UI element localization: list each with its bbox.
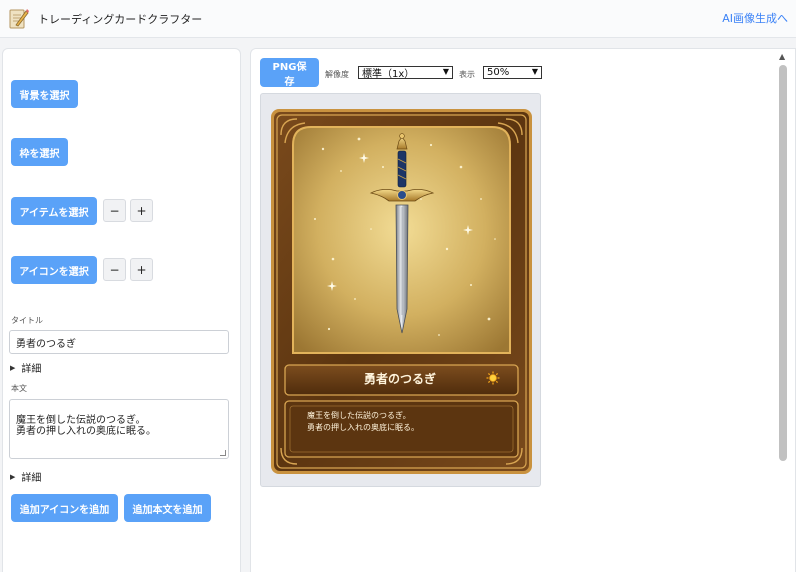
ai-image-generation-link[interactable]: AI画像生成へ (722, 10, 788, 26)
add-text-button[interactable]: 追加本文を追加 (124, 494, 211, 522)
resolution-label: 解像度 (325, 70, 349, 79)
sun-icon (486, 371, 500, 385)
app-header: トレーディングカードクラフター AI画像生成へ (0, 0, 796, 38)
add-icon-button[interactable]: 追加アイコンを追加 (11, 494, 118, 522)
select-background-button[interactable]: 背景を選択 (11, 80, 78, 108)
preview-scrollbar[interactable]: ▲ (777, 52, 789, 572)
select-icon-button[interactable]: アイコンを選択 (11, 256, 97, 284)
select-item-button[interactable]: アイテムを選択 (11, 197, 97, 225)
icon-shrink-button[interactable]: − (103, 258, 126, 281)
title-details-toggle[interactable]: ▶ 詳細 (10, 360, 42, 376)
display-value: 50% (487, 67, 510, 78)
details-label: 詳細 (21, 364, 42, 375)
resolution-select[interactable]: 標準（1x） ▼ (358, 66, 453, 80)
body-textarea[interactable]: 魔王を倒した伝説のつるぎ。 勇者の押し入れの奥底に眠る。 (9, 399, 229, 459)
app-title: トレーディングカードクラフター (38, 13, 203, 26)
details-label: 詳細 (21, 473, 42, 484)
resize-grip-icon[interactable] (220, 450, 226, 456)
item-enlarge-button[interactable]: + (130, 199, 153, 222)
card-body-text: 魔王を倒した伝説のつるぎ。 勇者の押し入れの奥底に眠る。 (307, 411, 419, 432)
scroll-up-arrow-icon[interactable]: ▲ (779, 52, 785, 61)
expand-triangle-icon: ▶ (10, 363, 16, 372)
dropdown-chevron-icon: ▼ (531, 67, 538, 76)
body-text: 魔王を倒した伝説のつるぎ。 勇者の押し入れの奥底に眠る。 (16, 415, 156, 437)
resolution-value: 標準（1x） (362, 69, 415, 80)
body-details-toggle[interactable]: ▶ 詳細 (10, 469, 42, 485)
icon-enlarge-button[interactable]: + (130, 258, 153, 281)
select-frame-button[interactable]: 枠を選択 (11, 138, 68, 166)
body-label: 本文 (11, 384, 27, 393)
app-logo-icon (9, 9, 29, 29)
title-input[interactable]: 勇者のつるぎ (9, 330, 229, 354)
png-save-button[interactable]: PNG保存 (260, 58, 319, 88)
dropdown-chevron-icon: ▼ (442, 67, 449, 76)
card-title: 勇者のつるぎ (363, 372, 436, 386)
expand-triangle-icon: ▶ (10, 472, 16, 481)
item-shrink-button[interactable]: − (103, 199, 126, 222)
display-label: 表示 (459, 70, 475, 79)
display-zoom-select[interactable]: 50% ▼ (483, 66, 542, 79)
title-label: タイトル (11, 316, 43, 325)
scroll-thumb[interactable] (779, 65, 787, 461)
